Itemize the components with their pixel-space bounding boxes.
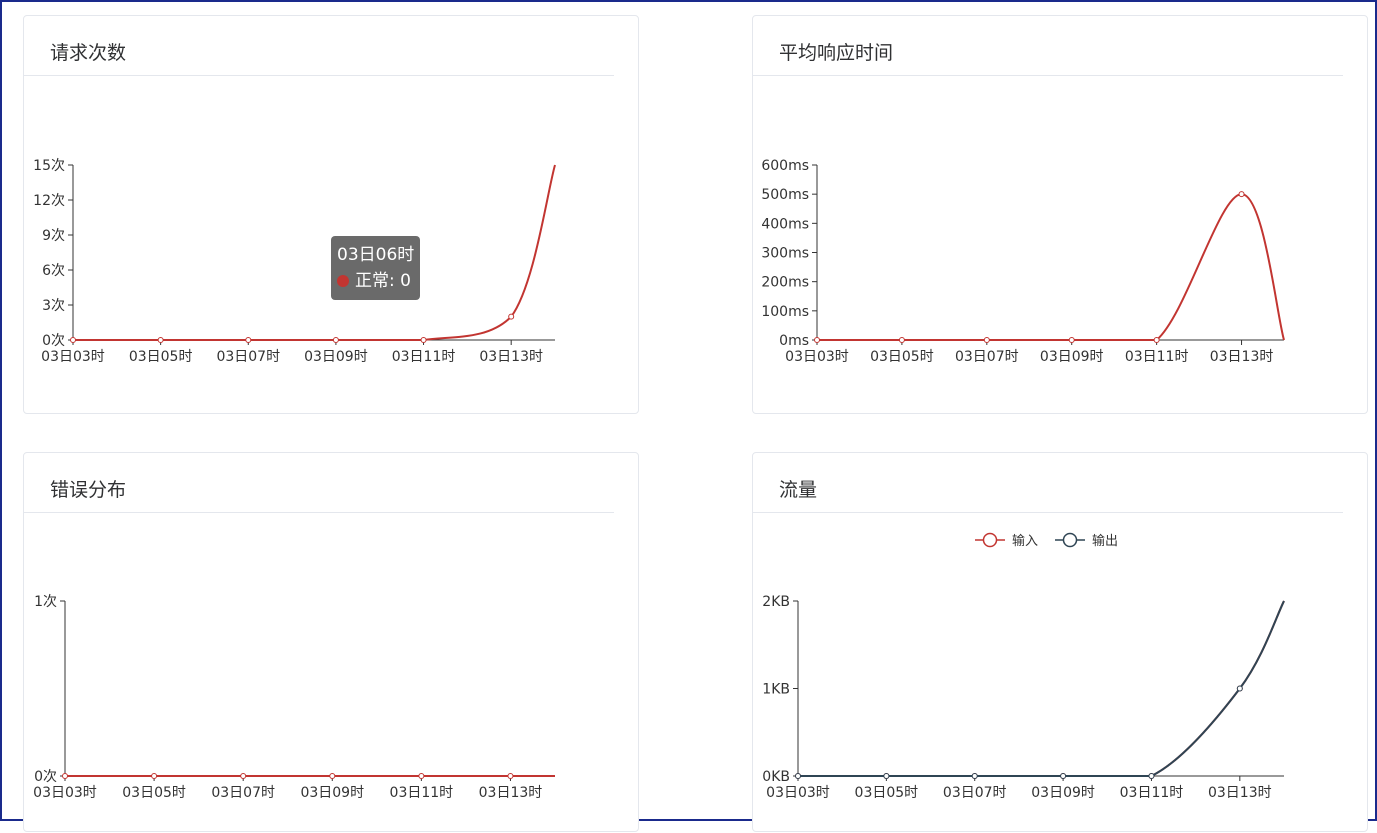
errors-panel: 错误分布 0次 1次 03日03时 03日05时 03日07时 03日09时 03日11时 0… — [23, 452, 639, 832]
series-line — [73, 164, 556, 342]
traffic-chart[interactable]: 0KB 1KB 2KB 03日03时 03日05时 03日07时 03日09时 03日11时 0… — [753, 453, 1369, 833]
data-point — [1060, 773, 1067, 779]
data-point — [240, 773, 247, 779]
x-tick-label: 03日05时 — [129, 349, 193, 365]
y-tick-label: 0次 — [42, 333, 65, 349]
y-tick-label: 0ms — [779, 333, 809, 349]
errors-chart[interactable]: 0次 1次 03日03时 03日05时 03日07时 03日09时 03日11时 03日13时 — [24, 453, 640, 833]
series-line — [798, 600, 1285, 777]
x-tick-label: 03日13时 — [479, 349, 543, 365]
data-point — [1238, 191, 1245, 198]
requests-chart[interactable]: 0次 3次 6次 9次 12次 15次 03日03时 03日05时 03日07时 03日09时 03… — [24, 16, 640, 415]
data-point — [883, 773, 890, 779]
y-tick-label: 1次 — [34, 594, 57, 610]
data-point — [1236, 685, 1243, 692]
response-time-panel: 平均响应时间 0ms 100ms 200ms 300ms 400ms 500ms 600ms… — [752, 15, 1368, 414]
data-point — [157, 337, 164, 343]
data-point — [70, 337, 76, 343]
y-tick-label: 500ms — [761, 187, 809, 203]
data-point — [508, 313, 515, 320]
response-time-chart[interactable]: 0ms 100ms 200ms 300ms 400ms 500ms 600ms 03日03时 0… — [753, 16, 1369, 415]
y-tick-label: 100ms — [761, 304, 809, 320]
series-line — [817, 193, 1285, 342]
x-tick-label: 03日05时 — [870, 349, 934, 365]
tooltip-time: 03日06时 — [337, 245, 415, 265]
series-dot-icon — [337, 275, 349, 287]
y-tick-label: 0次 — [34, 769, 57, 785]
x-tick-label: 03日13时 — [1208, 785, 1272, 801]
x-tick-label: 03日09时 — [1031, 785, 1095, 801]
series-line — [798, 600, 1285, 777]
chart-tooltip: 03日06时 正常: 0 — [331, 236, 421, 300]
y-tick-label: 1KB — [762, 682, 790, 698]
legend-marker-icon — [1062, 532, 1078, 548]
data-point — [1148, 773, 1155, 779]
x-tick-label: 03日09时 — [300, 785, 364, 801]
x-tick-label: 03日07时 — [211, 785, 275, 801]
tooltip-value: 0 — [400, 271, 411, 291]
x-tick-label: 03日03时 — [766, 785, 830, 801]
x-tick-label: 03日11时 — [392, 349, 456, 365]
data-point — [62, 773, 68, 779]
legend-label: 输出 — [1092, 533, 1118, 549]
data-point — [332, 337, 339, 343]
y-tick-label: 600ms — [761, 158, 809, 174]
data-point — [151, 773, 158, 779]
data-point — [1153, 337, 1160, 343]
x-tick-label: 03日09时 — [1040, 349, 1104, 365]
data-point — [983, 337, 990, 343]
y-tick-label: 200ms — [761, 275, 809, 291]
data-point — [420, 337, 427, 343]
x-tick-label: 03日07时 — [955, 349, 1019, 365]
x-tick-label: 03日09时 — [304, 349, 368, 365]
data-point — [971, 773, 978, 779]
data-point — [329, 773, 336, 779]
data-point — [245, 337, 252, 343]
x-tick-label: 03日13时 — [1210, 349, 1274, 365]
data-point — [898, 337, 905, 343]
y-tick-label: 15次 — [33, 158, 65, 174]
x-tick-label: 03日11时 — [1125, 349, 1189, 365]
data-point — [418, 773, 425, 779]
x-tick-label: 03日11时 — [1120, 785, 1184, 801]
legend-marker-icon — [982, 532, 998, 548]
x-tick-label: 03日03时 — [41, 349, 105, 365]
data-point — [814, 337, 820, 343]
y-tick-label: 12次 — [33, 193, 65, 209]
y-tick-label: 0KB — [762, 769, 790, 785]
x-tick-label: 03日07时 — [943, 785, 1007, 801]
x-tick-label: 03日05时 — [855, 785, 919, 801]
x-tick-label: 03日03时 — [33, 785, 97, 801]
x-tick-label: 03日05时 — [122, 785, 186, 801]
data-point — [795, 773, 801, 779]
y-tick-label: 6次 — [42, 263, 65, 279]
x-tick-label: 03日03时 — [785, 349, 849, 365]
y-tick-label: 9次 — [42, 228, 65, 244]
tooltip-row: 正常: 0 — [337, 268, 414, 294]
data-point — [507, 773, 514, 779]
y-tick-label: 2KB — [762, 594, 790, 610]
tooltip-series: 正常 — [355, 271, 389, 291]
x-tick-label: 03日07时 — [216, 349, 280, 365]
requests-panel: 请求次数 0次 3次 6次 9次 12次 15次 03日03时 03日05时 03日07时 03日… — [23, 15, 639, 414]
traffic-panel: 流量 0KB 1KB 2KB 03日03时 03日05时 03日07时 03日09时 03日1… — [752, 452, 1368, 832]
y-tick-label: 300ms — [761, 246, 809, 262]
y-tick-label: 3次 — [42, 298, 65, 314]
data-point — [1068, 337, 1075, 343]
y-tick-label: 400ms — [761, 216, 809, 232]
x-tick-label: 03日13时 — [479, 785, 543, 801]
legend-label: 输入 — [1012, 533, 1038, 549]
x-tick-label: 03日11时 — [390, 785, 454, 801]
